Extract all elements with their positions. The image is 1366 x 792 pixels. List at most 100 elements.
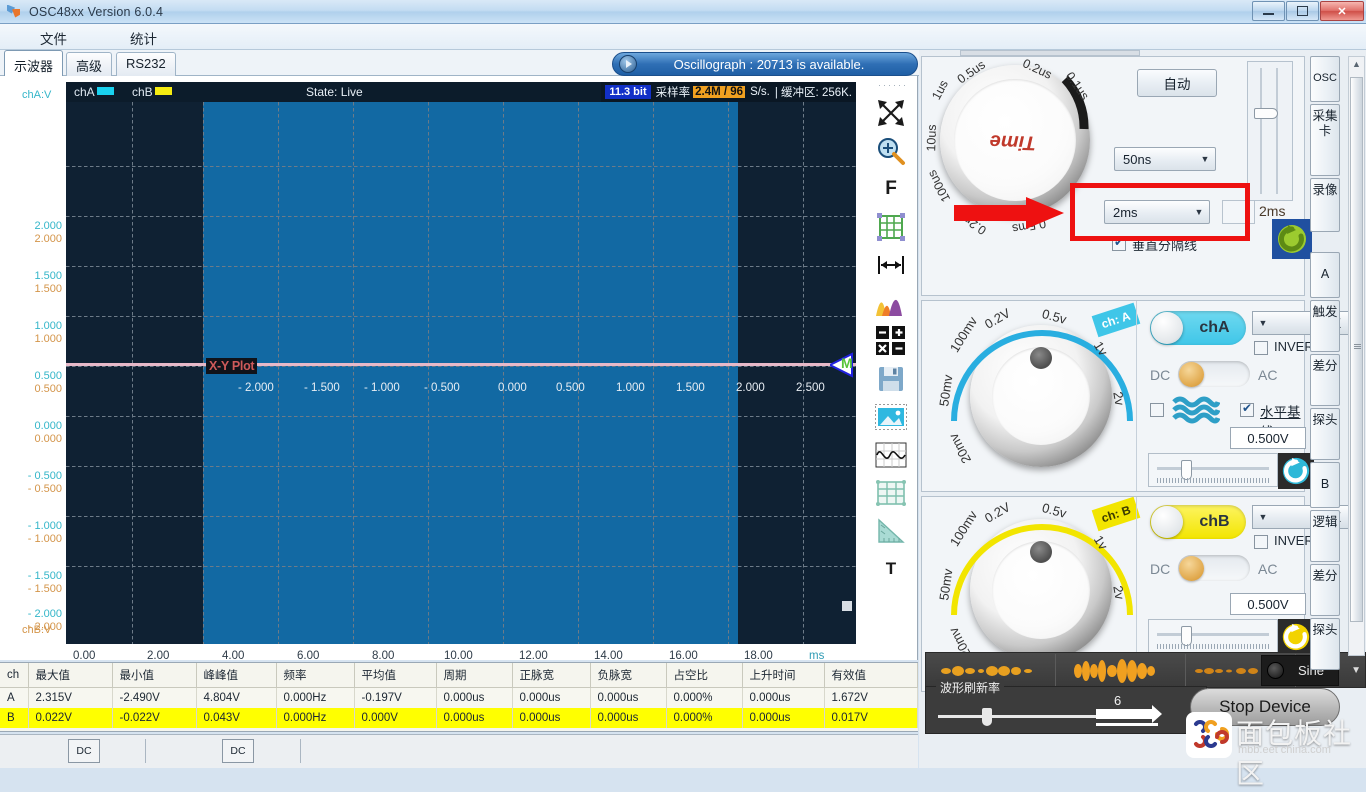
toggle-knob [1179, 555, 1204, 581]
channel-a-offset-field[interactable]: 0.500V [1230, 427, 1306, 449]
scrollbar-thumb[interactable] [1350, 77, 1363, 622]
window-title: OSC48xx Version 6.0.4 [29, 4, 164, 19]
channel-a-coupling-toggle[interactable] [1178, 361, 1250, 387]
plot-header: chA chB State: Live 11.3 bit 采样率 2.4M / … [66, 82, 856, 102]
cell-b-period: 0.000us [436, 708, 513, 728]
side-tab-capture-card[interactable]: 采集卡 [1310, 104, 1340, 176]
zoom-in-icon[interactable] [870, 132, 912, 170]
table-row[interactable]: B 0.022V -0.022V 0.043V 0.000Hz 0.000V 0… [0, 708, 918, 728]
minimize-button[interactable] [1252, 1, 1285, 21]
panel-scrollbar[interactable]: ▲ [1348, 56, 1365, 656]
tab-oscilloscope[interactable]: 示波器 [4, 50, 64, 77]
save-icon[interactable] [870, 360, 912, 398]
x-tick-2: 4.00 [222, 650, 245, 662]
sample-rate-unit: S/s. [750, 86, 770, 98]
channel-a-enable-toggle[interactable]: chA [1150, 311, 1246, 345]
screenshot-icon[interactable] [870, 398, 912, 436]
slider-thumb[interactable] [1181, 626, 1192, 646]
ruler-icon[interactable] [870, 512, 912, 550]
side-tab-differential-b[interactable]: 差分 [1310, 564, 1340, 616]
close-button[interactable]: ✕ [1320, 1, 1364, 21]
x-axis-unit: ms [809, 650, 825, 662]
side-tab-differential-a[interactable]: 差分 [1310, 354, 1340, 406]
toolbar-grip[interactable]: ······ [878, 80, 908, 90]
channel-a-baseline-checkbox[interactable] [1240, 401, 1254, 417]
th-rms: 有效值 [824, 663, 918, 688]
th-min: 最小值 [112, 663, 197, 688]
y-tick-b-5: - 0.500 [27, 483, 62, 495]
table-icon[interactable] [870, 474, 912, 512]
horizontal-measure-icon[interactable] [870, 246, 912, 284]
y-tick-b-6: - 1.000 [27, 533, 62, 545]
y-tick-a-0: 2.000 [34, 220, 62, 232]
fft-f-icon[interactable]: F [870, 170, 912, 208]
chevron-down-icon: ▼ [1200, 154, 1210, 164]
channel-a-ac-label: AC [1258, 367, 1278, 383]
channel-b-coupling-toggle[interactable] [1178, 555, 1250, 581]
tab-rs232[interactable]: RS232 [116, 52, 176, 76]
text-tool-icon[interactable]: T [870, 550, 912, 588]
wave-icon[interactable] [1172, 395, 1220, 425]
side-tab-logic[interactable]: 逻辑 [1310, 510, 1340, 562]
side-tab-trigger[interactable]: 触发 [1310, 300, 1340, 352]
waveform-icon[interactable] [870, 436, 912, 474]
xy-plot-label[interactable]: X-Y Plot [206, 358, 258, 374]
plot-marker-handle[interactable] [842, 601, 852, 611]
cell-b-pkpk: 0.043V [196, 708, 277, 728]
th-avg: 平均值 [354, 663, 437, 688]
histogram-icon[interactable] [870, 284, 912, 322]
xy-tick-8: 2.000 [736, 382, 765, 394]
side-tab-recording[interactable]: 录像 [1310, 178, 1340, 232]
cell-b-min: -0.022V [112, 708, 197, 728]
chevron-down-icon[interactable]: ▼ [1351, 665, 1361, 676]
timebase-slider-thumb[interactable] [1254, 108, 1278, 119]
channel-a-offset-slider[interactable] [1148, 453, 1278, 487]
rate-arrow-icon [1096, 705, 1162, 726]
cell-ch-a: A [0, 687, 29, 708]
trigger-marker[interactable]: M [827, 352, 856, 378]
slider-thumb[interactable] [1181, 460, 1192, 480]
coupling-button-a[interactable]: DC [68, 739, 100, 763]
channel-b-offset-slider[interactable] [1148, 619, 1278, 653]
menu-item-statistics[interactable]: 统计 [130, 28, 157, 48]
side-tab-a[interactable]: A [1310, 252, 1340, 298]
tab-advanced[interactable]: 高级 [66, 52, 113, 76]
sample-rate-value: 2.4M / 96 [693, 86, 746, 98]
channel-b-offset-field[interactable]: 0.500V [1230, 593, 1306, 615]
side-tab-b[interactable]: B [1310, 462, 1340, 508]
coupling-button-b[interactable]: DC [222, 739, 254, 763]
auto-button[interactable]: 自动 [1137, 69, 1217, 97]
refresh-rate-slider-thumb[interactable] [982, 708, 992, 726]
timebase-fine-select[interactable]: 50ns ▼ [1114, 147, 1216, 171]
th-freq: 频率 [276, 663, 355, 688]
channel-b-toggle-label: chB [1199, 513, 1230, 530]
scroll-up-arrow-icon[interactable]: ▲ [1352, 59, 1361, 69]
waveform-plot[interactable]: chA chB State: Live 11.3 bit 采样率 2.4M / … [66, 82, 856, 644]
fit-screen-icon[interactable] [870, 94, 912, 132]
channel-a-toggle-label: chA [1199, 319, 1230, 336]
side-tab-osc[interactable]: OSC [1310, 56, 1340, 102]
timebase-slider-panel[interactable] [1247, 61, 1293, 201]
channel-b-invert-checkbox[interactable] [1254, 535, 1268, 549]
legend-chb: chB [132, 85, 172, 99]
y-tick-a-1: 1.500 [34, 270, 62, 282]
x-tick-0: 0.00 [73, 650, 96, 662]
maximize-button[interactable] [1286, 1, 1319, 21]
channel-a-invert-checkbox[interactable] [1254, 341, 1268, 355]
channel-a-wave-checkbox[interactable] [1150, 403, 1164, 417]
side-tab-probe-a[interactable]: 探头 [1310, 408, 1340, 460]
timebase-reset-button[interactable] [1272, 219, 1312, 259]
th-pkpk: 峰峰值 [196, 663, 277, 688]
channel-b-enable-toggle[interactable]: chB [1150, 505, 1246, 539]
table-row[interactable]: A 2.315V -2.490V 4.804V 0.000Hz -0.197V … [0, 687, 918, 708]
menu-item-file[interactable]: 文件 [40, 28, 67, 48]
channel-b-reset-button[interactable] [1278, 619, 1314, 655]
channel-a-reset-button[interactable] [1278, 453, 1314, 489]
x-tick-7: 14.00 [594, 650, 623, 662]
side-tab-probe-b[interactable]: 探头 [1310, 618, 1340, 670]
gen-preset-2[interactable] [1056, 654, 1186, 687]
grid-icon[interactable] [870, 208, 912, 246]
math-operations-icon[interactable] [870, 322, 912, 360]
y-tick-a-8: - 2.000 [27, 608, 62, 620]
chevron-down-icon: ▼ [1258, 512, 1268, 522]
